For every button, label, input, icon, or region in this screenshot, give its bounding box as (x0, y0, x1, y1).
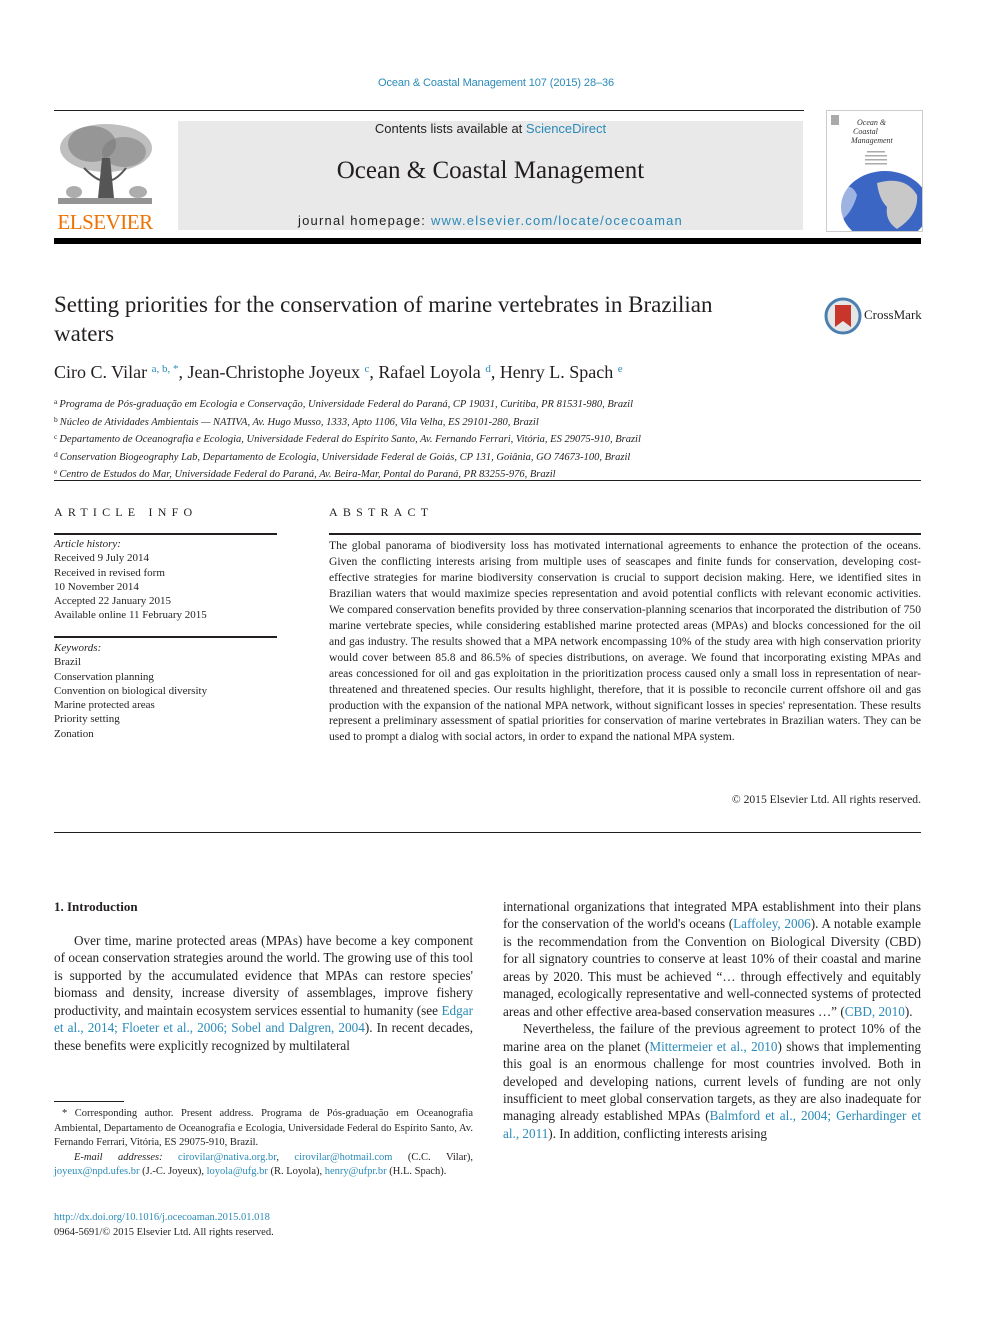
keyword-item: Brazil (54, 656, 81, 669)
body-text: Over time, marine protected areas (MPAs)… (54, 933, 473, 1018)
email-link[interactable]: cirovilar@hotmail.com (294, 1152, 392, 1163)
introduction-heading: 1. Introduction (54, 899, 138, 914)
affiliation-mark: c (54, 432, 58, 441)
affiliation-mark: b (54, 414, 58, 424)
citation-link[interactable]: Mittermeier et al., 2010 (649, 1039, 777, 1054)
article-title: Setting priorities for the conservation … (54, 292, 713, 346)
body-column-left: Over time, marine protected areas (MPAs)… (54, 932, 473, 1054)
abstract-bottom-rule (54, 832, 921, 833)
affiliation-mark: d (54, 449, 58, 459)
keyword-item: Marine protected areas (54, 699, 155, 712)
abstract-copyright: © 2015 Elsevier Ltd. All rights reserved… (731, 793, 921, 806)
email-owner: (C.C. Vilar), (392, 1151, 474, 1163)
cover-title-line-2: Coastal (853, 127, 879, 136)
affiliation-item: b Núcleo de Atividades Ambientais — NATIV… (54, 413, 641, 431)
affiliation-text: Programa de Pós-graduação em Ecologia e … (59, 399, 633, 410)
abstract-heading: ABSTRACT (329, 505, 434, 519)
affiliation-text: Conservation Biogeography Lab, Departame… (59, 451, 631, 463)
history-item: Received in revised form (54, 566, 165, 579)
keywords-label: Keywords: (54, 642, 102, 654)
crossmark-icon (824, 297, 862, 335)
contents-line: Contents lists available at ScienceDirec… (178, 121, 803, 136)
homepage-prefix: journal homepage: (298, 213, 431, 228)
tree-icon (58, 124, 152, 204)
affiliation-text: Núcleo de Atividades Ambientais — NATIVA… (59, 416, 539, 428)
email-label: E-mail addresses: (74, 1151, 163, 1163)
journal-reference-link[interactable]: Ocean & Coastal Management 107 (2015) 28… (0, 77, 992, 89)
history-label: Article history: (54, 538, 121, 550)
cover-title-line-3: Management (850, 136, 894, 145)
body-text: ). (904, 1003, 913, 1019)
email-owner: (J.-C. Joyeux), (139, 1166, 207, 1178)
author-name: Jean-Christophe Joyeux (187, 362, 360, 382)
keyword-item: Convention on biological diversity (54, 684, 208, 697)
affiliation-item: c Departamento de Oceanografia e Ecologia… (54, 430, 641, 448)
email-addresses: E-mail addresses: cirovilar@nativa.org.b… (54, 1151, 473, 1180)
journal-homepage-line: journal homepage: www.elsevier.com/locat… (178, 213, 803, 228)
history-item: Received 9 July 2014 (54, 552, 150, 565)
paragraph: Over time, marine protected areas (MPAs)… (54, 932, 473, 1054)
sciencedirect-link[interactable]: ScienceDirect (526, 121, 606, 136)
affiliation-item: a Programa de Pós-graduação em Ecologia e… (54, 395, 641, 413)
author-name: Ciro C. Vilar (54, 362, 148, 382)
affiliation-mark: e (54, 467, 58, 476)
section-rule (54, 480, 921, 481)
email-link[interactable]: loyola@ufg.br (207, 1166, 268, 1177)
abstract-text: The global panorama of biodiversity loss… (329, 539, 921, 744)
author-name: Rafael Loyola (378, 362, 481, 382)
keywords-rule (54, 636, 277, 638)
citation-link[interactable]: CBD, 2010 (845, 1004, 905, 1019)
body-column-right: international organizations that integra… (503, 898, 921, 1142)
crossmark-button[interactable]: CrossMark (824, 297, 934, 335)
issn-copyright: 0964-5691/© 2015 Elsevier Ltd. All right… (54, 1226, 274, 1238)
article-info-rule (54, 533, 277, 535)
affiliation-item: d Conservation Biogeography Lab, Departam… (54, 448, 641, 466)
corresponding-author-note: * Corresponding author. Present address.… (54, 1108, 473, 1149)
citation-link[interactable]: Laffoley, 2006 (733, 916, 811, 931)
article-info-heading: ARTICLE INFO (54, 505, 198, 519)
cover-title-line-1: Ocean & (857, 118, 887, 127)
keyword-item: Priority setting (54, 713, 120, 726)
email-owner: (R. Loyola), (267, 1166, 325, 1178)
author-list: Ciro C. Vilar a, b, *, Jean-Christophe J… (54, 362, 623, 382)
doi-link[interactable]: http://dx.doi.org/10.1016/j.ocecoaman.20… (54, 1211, 274, 1226)
affiliations: a Programa de Pós-graduação em Ecologia e… (54, 395, 641, 483)
author-affiliation-marks[interactable]: a, b, * (152, 363, 179, 375)
author-affiliation-marks[interactable]: d (485, 363, 491, 375)
keyword-item: Zonation (54, 727, 94, 740)
history-item: Available online 11 February 2015 (54, 609, 207, 622)
history-item: 10 November 2014 (54, 580, 139, 593)
header-thick-rule (54, 238, 921, 244)
body-text: ). In addition, conflicting interests ar… (548, 1125, 767, 1141)
doi-block: http://dx.doi.org/10.1016/j.ocecoaman.20… (54, 1211, 274, 1241)
keywords: Keywords: Brazil Conservation planning C… (54, 641, 207, 741)
contents-prefix: Contents lists available at (374, 121, 526, 136)
author-affiliation-marks[interactable]: e (618, 363, 623, 375)
paragraph: Nevertheless, the failure of the previou… (503, 1020, 921, 1142)
keyword-item: Conservation planning (54, 670, 154, 683)
paragraph: international organizations that integra… (503, 898, 921, 1020)
email-link[interactable]: cirovilar@nativa.org.br (178, 1152, 276, 1163)
crossmark-label: CrossMark (864, 307, 922, 322)
email-owner: , (276, 1151, 295, 1163)
history-item: Accepted 22 January 2015 (54, 595, 171, 608)
email-link[interactable]: henry@ufpr.br (325, 1166, 387, 1177)
header-rule (54, 110, 804, 111)
author-name: Henry L. Spach (499, 362, 614, 382)
affiliation-mark: a (54, 397, 58, 406)
elsevier-wordmark: ELSEVIER (57, 210, 153, 234)
journal-cover-image: Ocean & Coastal Management (831, 115, 922, 231)
email-owner: (H.L. Spach). (386, 1166, 447, 1178)
affiliation-text: Departamento de Oceanografia e Ecologia,… (59, 434, 641, 445)
footnote-rule (54, 1101, 124, 1102)
author-affiliation-marks[interactable]: c (364, 363, 369, 375)
affiliation-text: Centro de Estudos do Mar, Universidade F… (59, 469, 556, 480)
journal-title: Ocean & Coastal Management (336, 157, 645, 184)
journal-cover-thumbnail[interactable]: Ocean & Coastal Management (826, 110, 923, 232)
footnotes: * Corresponding author. Present address.… (54, 1107, 473, 1180)
journal-homepage-link[interactable]: www.elsevier.com/locate/ocecoaman (431, 213, 683, 228)
email-link[interactable]: joyeux@npd.ufes.br (54, 1166, 140, 1177)
abstract-rule (329, 533, 921, 535)
article-history: Article history: Received 9 July 2014 Re… (54, 537, 207, 623)
